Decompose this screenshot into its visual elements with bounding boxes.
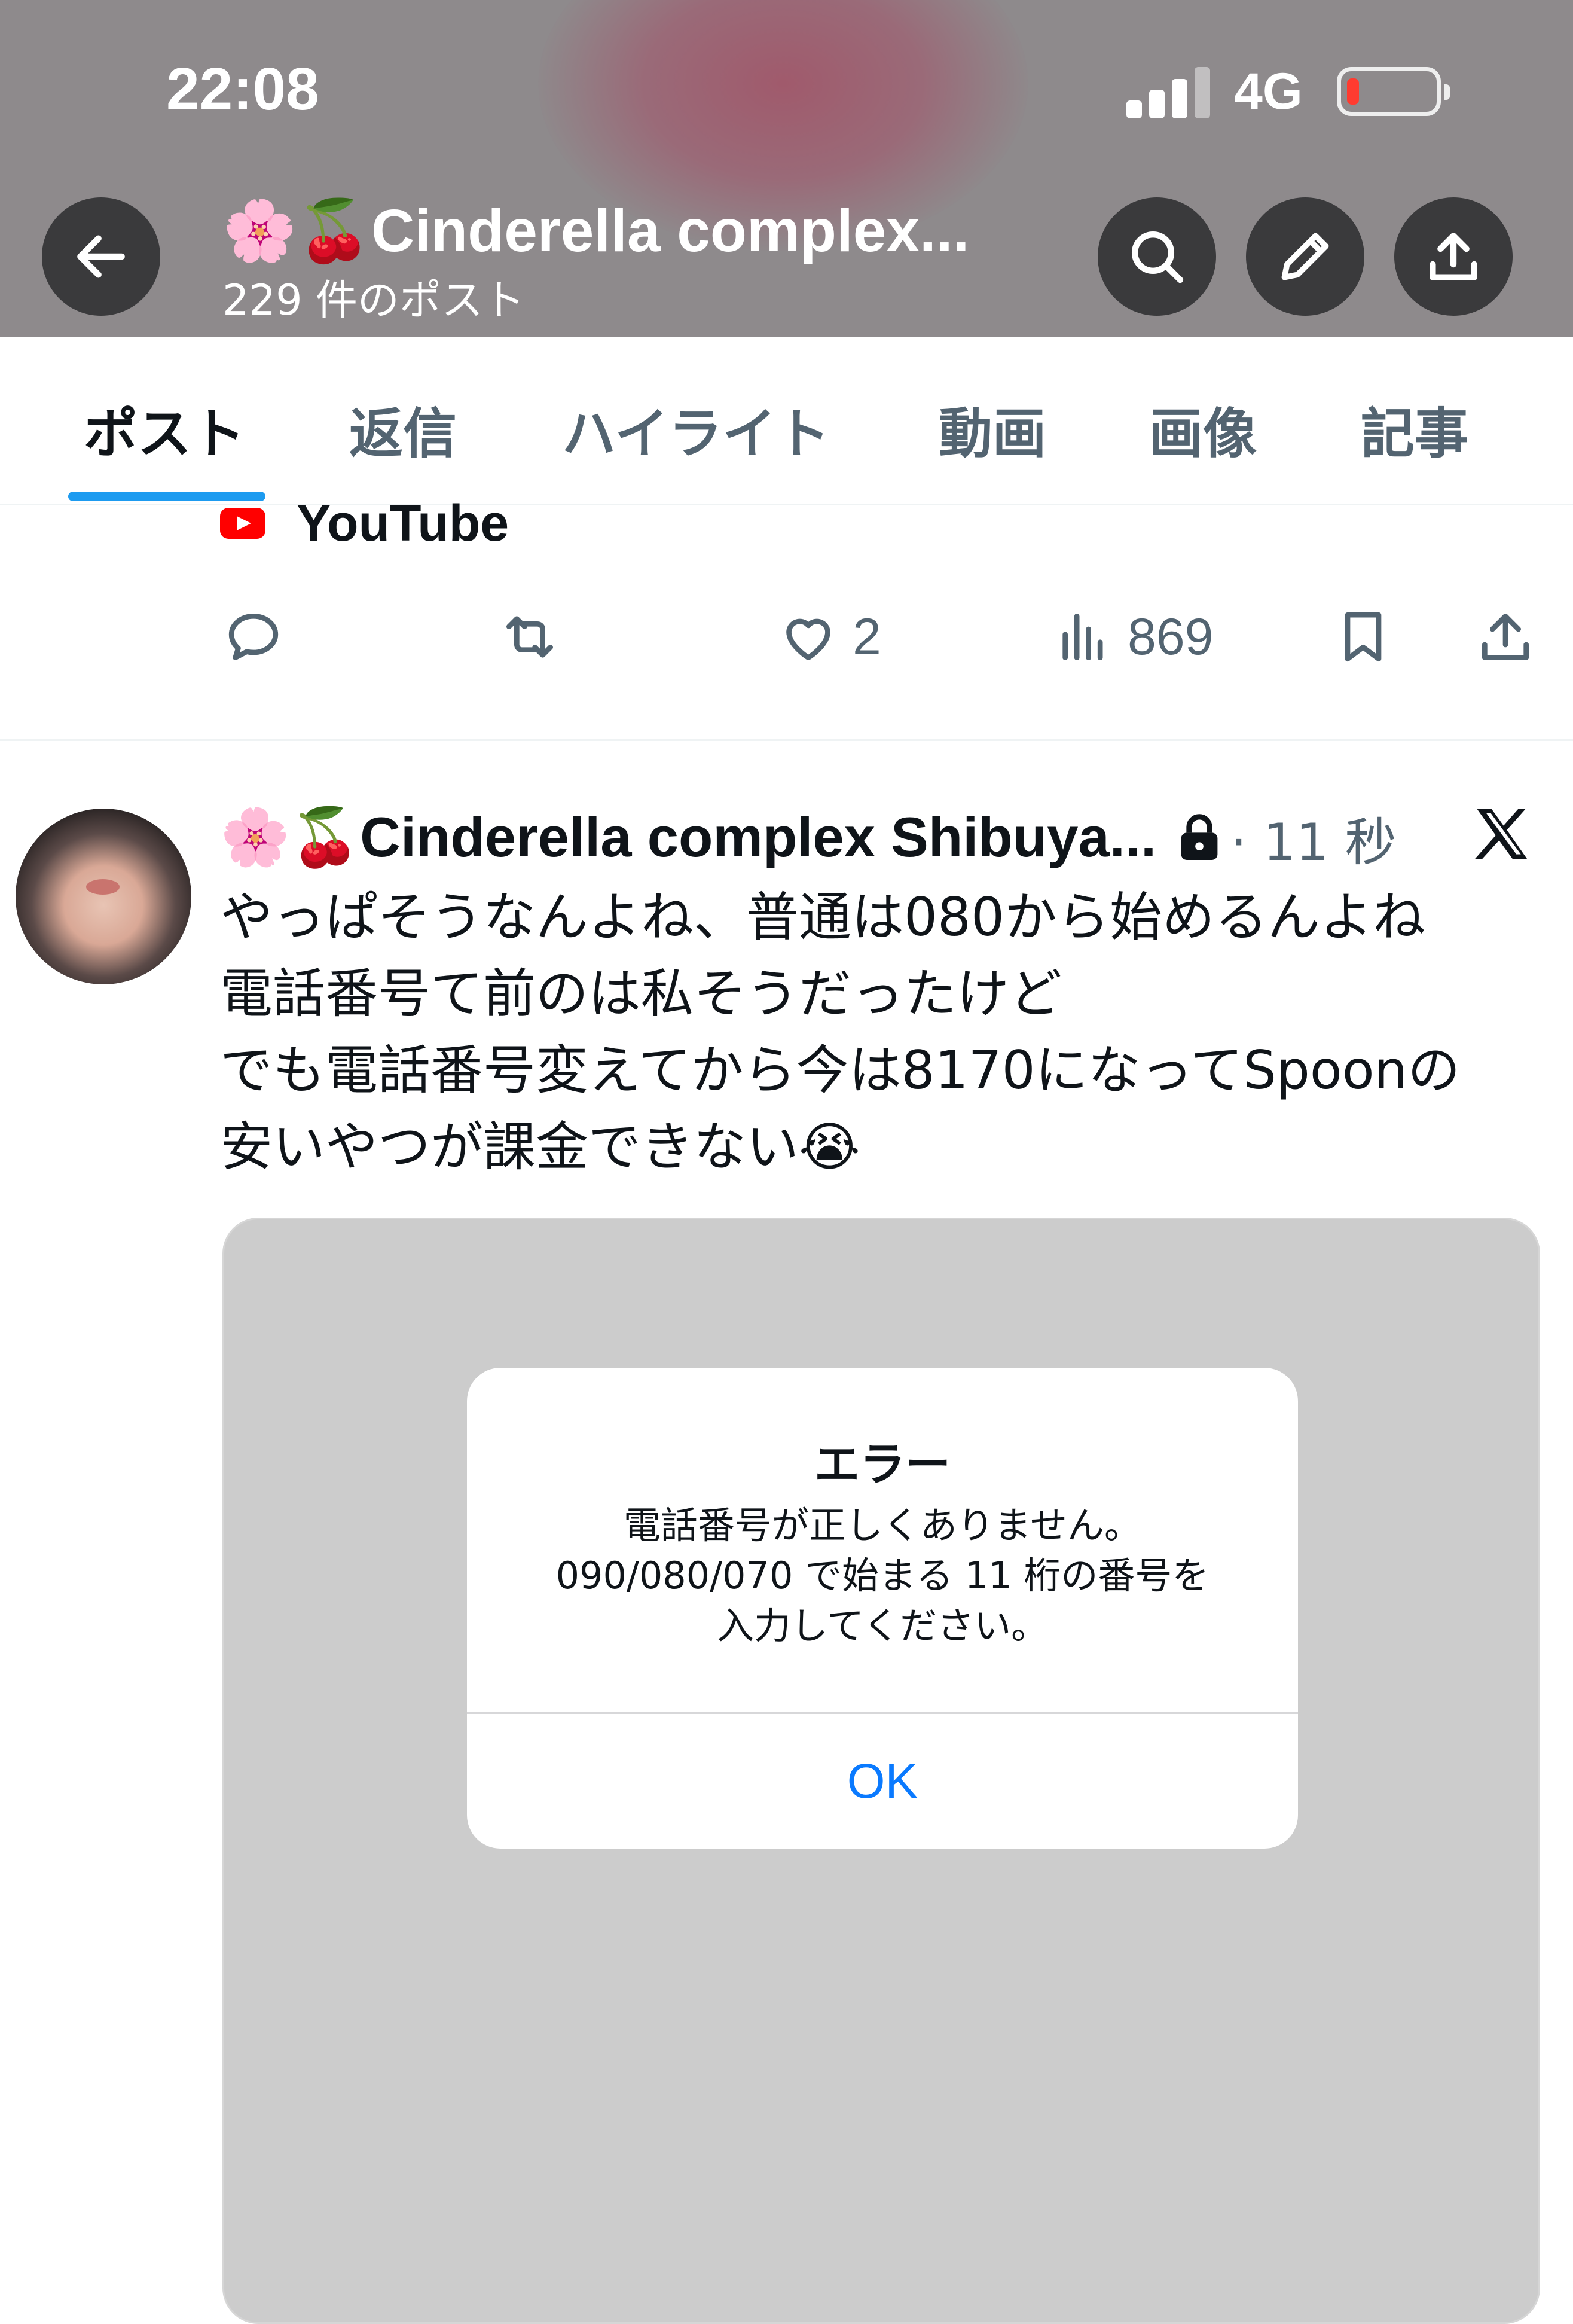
post-text: やっぱそうなんよね、普通は080から始めるんよね 電話番号て前のは私そうだったけ… <box>220 886 1461 1178</box>
x-logo-icon <box>1475 809 1527 859</box>
alert-ok-button: OK <box>847 1754 918 1808</box>
youtube-icon <box>220 508 265 539</box>
search-icon <box>1131 231 1184 283</box>
back-button[interactable] <box>42 197 160 316</box>
avatar[interactable] <box>16 809 191 984</box>
alert-title: エラー <box>814 1438 951 1491</box>
share-icon <box>1482 614 1529 660</box>
youtube-link[interactable]: YouTube <box>220 490 509 556</box>
alert-divider <box>467 1712 1298 1714</box>
view-count: 869 <box>1128 608 1214 666</box>
pencil-icon <box>1281 233 1329 280</box>
post-image[interactable]: エラー 電話番号が正しくありません。 090/080/070 で始まる 11 桁… <box>222 1218 1540 2324</box>
post-action-bar: 2 869 <box>0 598 1573 676</box>
bookmark-icon <box>1345 612 1382 662</box>
battery-icon <box>1337 67 1450 116</box>
share-button[interactable] <box>1394 197 1513 316</box>
tab-articles[interactable]: 記事 <box>1361 390 1468 468</box>
alert-message: 電話番号が正しくありません。 090/080/070 で始まる 11 桁の番号を… <box>555 1503 1209 1648</box>
share-icon <box>1430 233 1477 280</box>
signal-icon <box>1126 67 1210 118</box>
tab-highlights[interactable]: ハイライト <box>562 390 830 468</box>
network-type: 4G <box>1234 63 1303 120</box>
tab-posts[interactable]: ポスト <box>84 390 245 468</box>
author-emoji: 🌸🍒 <box>220 805 361 870</box>
repost-button[interactable] <box>499 598 561 676</box>
profile-tabs: ポスト 返信 ハイライト 動画 画像 記事 <box>0 337 1573 505</box>
profile-name: Cinderella complex... <box>371 197 970 264</box>
edit-button[interactable] <box>1246 197 1364 316</box>
repost-icon <box>506 616 553 658</box>
arrow-left-icon <box>77 235 125 278</box>
views-button[interactable]: 869 <box>1052 598 1214 676</box>
tab-videos[interactable]: 動画 <box>939 390 1046 468</box>
search-button[interactable] <box>1098 197 1216 316</box>
post-timestamp[interactable]: · 11 秒 <box>1230 800 1396 875</box>
tab-images[interactable]: 画像 <box>1149 390 1257 468</box>
bookmark-button[interactable] <box>1332 598 1394 676</box>
profile-header: 22:08 4G 🌸🍒Cinderella complex... 229 件のポ… <box>0 0 1573 337</box>
profile-title: 🌸🍒Cinderella complex... <box>222 196 969 266</box>
reply-button[interactable] <box>222 598 285 676</box>
status-time: 22:08 <box>166 56 319 123</box>
share-post-button[interactable] <box>1474 598 1537 676</box>
lock-icon <box>1181 814 1218 860</box>
error-alert-dialog: エラー 電話番号が正しくありません。 090/080/070 で始まる 11 桁… <box>467 1368 1298 1849</box>
reply-icon <box>228 614 279 660</box>
author-name[interactable]: Cinderella complex Shibuya... <box>360 805 1156 870</box>
like-count: 2 <box>853 608 881 666</box>
post-author-line: 🌸🍒 Cinderella complex Shibuya... · 11 秒 <box>220 795 1397 879</box>
tab-replies[interactable]: 返信 <box>349 390 457 468</box>
post-divider <box>0 739 1573 741</box>
youtube-link-label: YouTube <box>297 494 509 552</box>
views-icon <box>1062 614 1103 660</box>
like-button[interactable]: 2 <box>777 598 881 676</box>
post-count: 229 件のポスト <box>222 276 525 325</box>
heart-icon <box>786 618 830 660</box>
title-emoji: 🌸🍒 <box>222 197 372 264</box>
